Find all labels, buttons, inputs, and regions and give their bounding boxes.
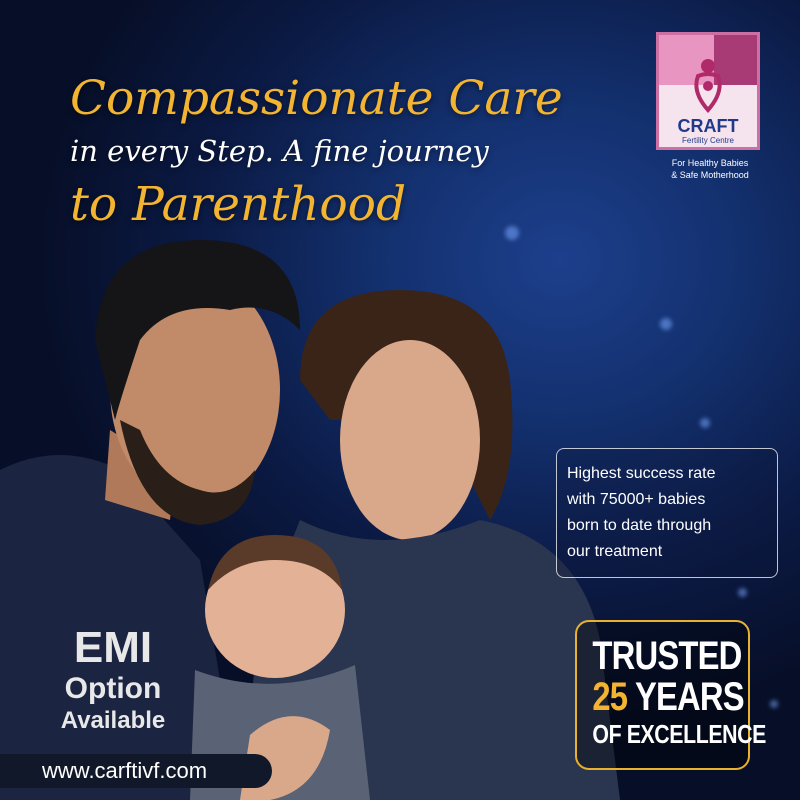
emi-label: EMI [73, 623, 153, 672]
success-line: Highest success rate [567, 465, 716, 482]
headline: Compassionate Care in every Step. A fine… [70, 70, 630, 236]
years-number: 25 [592, 675, 628, 719]
mother-child-icon [694, 59, 722, 114]
website-link[interactable]: www.carftivf.com [0, 754, 272, 788]
success-line: with 75000+ babies [567, 491, 706, 508]
years-line: 25 YEARS [592, 675, 744, 719]
logo-tagline-2: & Safe Motherhood [671, 170, 749, 180]
success-rate-card: Highest success rate with 75000+ babies … [556, 448, 778, 578]
excellence-label: OF EXCELLENCE [592, 719, 766, 749]
craft-logo: CRAFT Fertility Centre [656, 32, 760, 150]
success-line: our treatment [567, 543, 663, 560]
poster: Compassionate Care in every Step. A fine… [0, 0, 800, 800]
headline-line-1: Compassionate Care [70, 71, 563, 126]
emi-available-label: Available [60, 707, 166, 734]
success-line: born to date through [567, 517, 712, 534]
logo-tagline-1: For Healthy Babies [671, 158, 749, 168]
headline-line-2: in every Step. A fine journey [70, 134, 489, 168]
logo-name: CRAFT [677, 116, 739, 136]
emi-option-label: Option [64, 672, 162, 705]
years-word: YEARS [634, 675, 745, 719]
logo-subtitle: Fertility Centre [681, 136, 734, 145]
trusted-label: TRUSTED [592, 634, 742, 678]
emi-option: EMI Option Available [28, 624, 198, 736]
trusted-badge: TRUSTED 25 YEARS OF EXCELLENCE [575, 620, 766, 770]
headline-line-3: to Parenthood [70, 177, 407, 232]
